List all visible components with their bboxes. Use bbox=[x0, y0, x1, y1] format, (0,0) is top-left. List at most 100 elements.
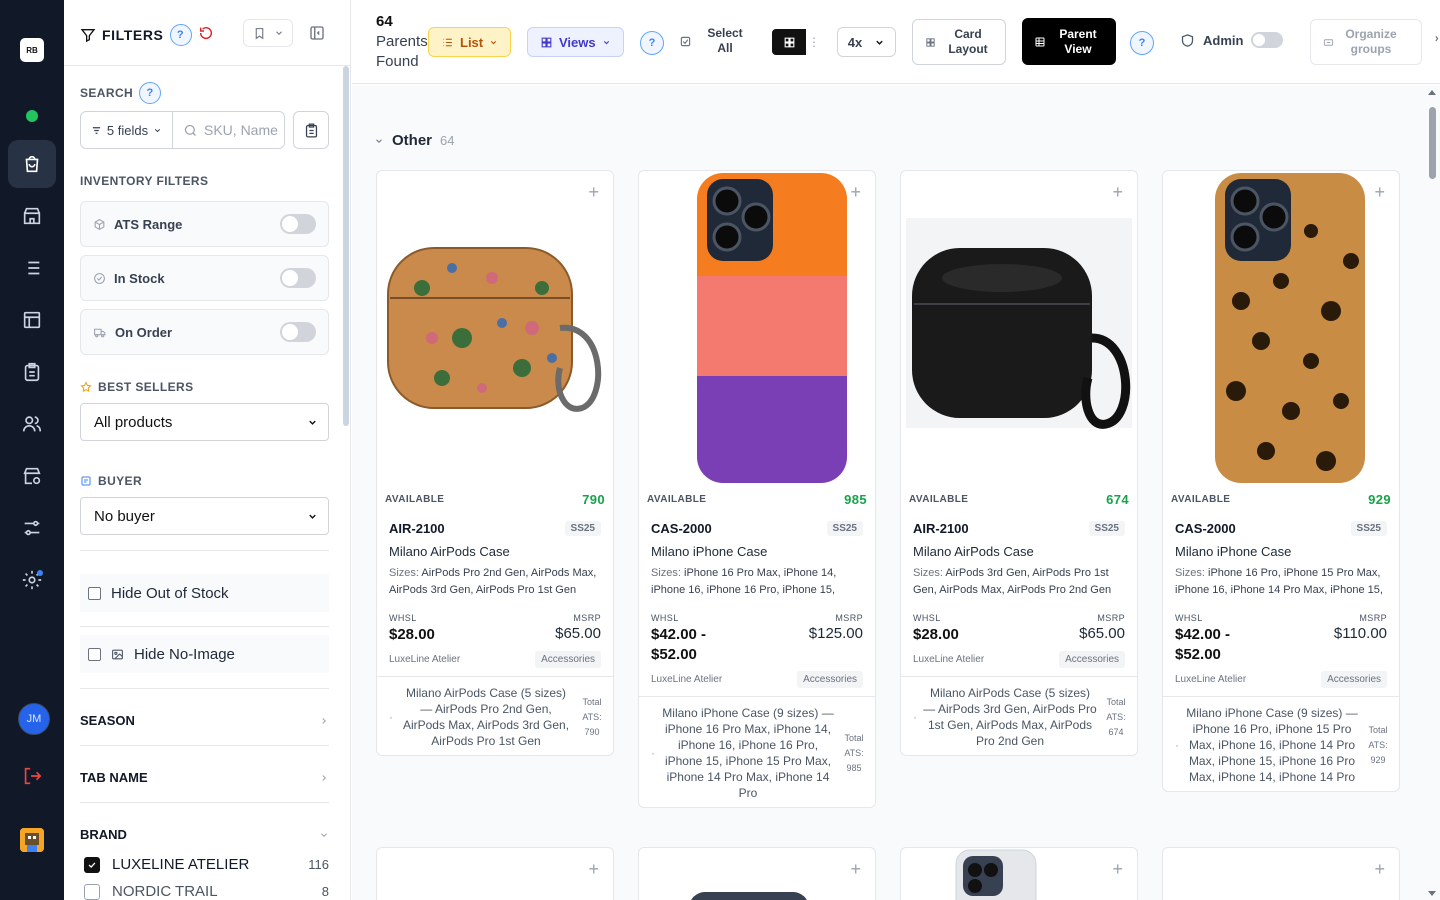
brand-checkbox-checked[interactable] bbox=[84, 856, 100, 873]
chevron-down-icon bbox=[603, 40, 609, 44]
grid-view-toggle[interactable]: ⋮ bbox=[772, 29, 822, 55]
parent-view-help-icon[interactable]: ? bbox=[1130, 31, 1154, 55]
content-scrollbar[interactable] bbox=[1428, 89, 1436, 897]
card-layout-button[interactable]: Card Layout bbox=[912, 19, 1006, 65]
product-card[interactable]: + AVAILABLE 985 CAS-2000 SS25 Milano iPhone C… bbox=[638, 170, 876, 808]
grid-view-icon[interactable] bbox=[772, 29, 806, 55]
brand-option[interactable]: NORDIC TRAIL 8 bbox=[84, 883, 329, 900]
toolbar-overflow-icon[interactable] bbox=[1434, 34, 1440, 48]
parent-view-button[interactable]: Parent View bbox=[1022, 18, 1116, 65]
nav-clipboard-icon[interactable] bbox=[8, 348, 56, 396]
brand-accordion[interactable]: BRAND bbox=[80, 827, 329, 842]
tab-name-accordion[interactable]: TAB NAME bbox=[80, 770, 329, 785]
tab-name-label: TAB NAME bbox=[80, 770, 148, 785]
sizes-value: iPhone 16 Pro Max, iPhone 14, iPhone 16,… bbox=[651, 567, 837, 596]
ats-range-switch[interactable] bbox=[280, 214, 316, 234]
list-mode-button[interactable]: List bbox=[428, 27, 512, 57]
nav-settings-gear-icon[interactable] bbox=[8, 556, 56, 604]
add-to-order-icon[interactable]: + bbox=[1112, 860, 1123, 878]
product-card[interactable]: + bbox=[376, 847, 614, 900]
season-accordion[interactable]: SEASON bbox=[80, 713, 329, 728]
product-card[interactable]: + bbox=[638, 847, 876, 900]
on-order-toggle-row[interactable]: On Order bbox=[80, 309, 329, 355]
reset-filters-icon[interactable] bbox=[198, 25, 214, 41]
paste-list-button[interactable] bbox=[293, 111, 329, 149]
zoom-select[interactable]: 4x bbox=[837, 27, 896, 57]
add-to-order-icon[interactable]: + bbox=[850, 860, 861, 878]
add-to-order-icon[interactable]: + bbox=[850, 183, 861, 201]
scroll-thumb[interactable] bbox=[1429, 107, 1436, 179]
search-input[interactable]: SKU, Name bbox=[173, 122, 284, 138]
in-stock-switch[interactable] bbox=[280, 268, 316, 288]
filters-help-icon[interactable]: ? bbox=[169, 24, 192, 46]
scroll-up-arrow-icon[interactable] bbox=[1428, 89, 1436, 95]
total-ats: Total ATS: 985 bbox=[841, 731, 867, 776]
organize-groups-button[interactable]: Organize groups bbox=[1310, 19, 1422, 65]
group-header[interactable]: Other 64 bbox=[374, 132, 454, 149]
nav-store-icon[interactable] bbox=[8, 192, 56, 240]
product-card[interactable]: + bbox=[1162, 847, 1400, 900]
product-sizes: Sizes: AirPods Pro 2nd Gen, AirPods Max,… bbox=[389, 565, 601, 599]
parent-view-label: Parent View bbox=[1059, 26, 1097, 56]
app-logo[interactable]: RB bbox=[20, 38, 44, 62]
buyer-select[interactable]: No buyer bbox=[80, 497, 329, 535]
on-order-switch[interactable] bbox=[280, 322, 316, 342]
admin-toggle[interactable]: Admin bbox=[1180, 32, 1284, 48]
hide-out-of-stock-checkbox[interactable] bbox=[88, 586, 101, 600]
floral-airpods-case-image bbox=[382, 228, 608, 428]
nav-shop-settings-icon[interactable] bbox=[8, 452, 56, 500]
add-to-order-icon[interactable]: + bbox=[1112, 183, 1123, 201]
more-vertical-icon[interactable]: ⋮ bbox=[806, 29, 822, 55]
chevron-down-icon bbox=[376, 138, 382, 143]
id-badge-icon bbox=[81, 476, 91, 486]
views-button[interactable]: Views bbox=[527, 27, 624, 57]
add-to-order-icon[interactable]: + bbox=[588, 860, 599, 878]
hide-no-image-checkbox[interactable] bbox=[88, 647, 101, 661]
nav-sliders-icon[interactable] bbox=[8, 504, 56, 552]
list-label: List bbox=[460, 34, 484, 50]
product-card[interactable]: + AVAILABLE 790 AIR-2100 SS25 Milano AirPods … bbox=[376, 170, 614, 756]
best-sellers-select[interactable]: All products bbox=[80, 403, 329, 441]
product-card[interactable]: + AVAILABLE 674 AIR-2100 SS25 Milano AirPods … bbox=[900, 170, 1138, 756]
product-image-wrap[interactable]: + bbox=[1163, 171, 1399, 485]
nav-list-icon[interactable] bbox=[8, 244, 56, 292]
fields-label: 5 fields bbox=[106, 122, 149, 138]
user-avatar[interactable]: JM bbox=[18, 703, 50, 735]
add-to-order-icon[interactable]: + bbox=[588, 183, 599, 201]
scroll-down-arrow-icon[interactable] bbox=[1428, 891, 1436, 897]
group-count: 64 bbox=[440, 133, 455, 148]
in-stock-toggle-row[interactable]: In Stock bbox=[80, 255, 329, 301]
select-all-button[interactable]: Select All bbox=[680, 26, 747, 56]
brand-label: BRAND bbox=[80, 827, 127, 842]
buyer-label: BUYER bbox=[80, 474, 142, 488]
product-image-wrap[interactable]: + bbox=[901, 171, 1137, 485]
admin-switch[interactable] bbox=[1251, 32, 1284, 48]
brand-option[interactable]: LUXELINE ATELIER 116 bbox=[84, 856, 329, 873]
views-label: Views bbox=[559, 34, 596, 50]
views-help-icon[interactable]: ? bbox=[640, 31, 664, 55]
search-fields-dropdown[interactable]: 5 fields bbox=[81, 112, 173, 148]
product-sku: CAS-2000 bbox=[651, 521, 712, 536]
filter-scrollbar[interactable] bbox=[343, 66, 349, 426]
add-to-order-icon[interactable]: + bbox=[1374, 183, 1385, 201]
parents-found-count: 64 Parents Found bbox=[376, 12, 428, 72]
ats-range-toggle-row[interactable]: ATS Range bbox=[80, 201, 329, 247]
search-help-icon[interactable]: ? bbox=[139, 82, 162, 104]
product-card[interactable]: + AVAILABLE 929 CAS-2000 SS25 Milano iPhone C… bbox=[1162, 170, 1400, 792]
variant-summary: · Milano AirPods Case (5 sizes) — AirPods… bbox=[377, 676, 613, 755]
hide-no-image-row[interactable]: Hide No-Image bbox=[80, 635, 329, 673]
saved-filters-button[interactable] bbox=[243, 19, 293, 47]
logout-icon[interactable] bbox=[8, 752, 56, 800]
nav-layout-icon[interactable] bbox=[8, 296, 56, 344]
product-image-wrap[interactable]: + bbox=[377, 171, 613, 485]
product-image-wrap[interactable]: + bbox=[639, 171, 875, 485]
nav-users-icon[interactable] bbox=[8, 400, 56, 448]
product-card[interactable]: + bbox=[900, 847, 1138, 900]
hide-out-of-stock-row[interactable]: Hide Out of Stock bbox=[80, 574, 329, 612]
brand-checkbox[interactable] bbox=[84, 883, 100, 900]
whsl-label: WHSL bbox=[651, 613, 679, 623]
collapse-panel-icon[interactable] bbox=[308, 24, 326, 42]
add-to-order-icon[interactable]: + bbox=[1374, 860, 1385, 878]
profile-sticker-image[interactable] bbox=[20, 828, 44, 852]
nav-orders-icon[interactable] bbox=[8, 140, 56, 188]
